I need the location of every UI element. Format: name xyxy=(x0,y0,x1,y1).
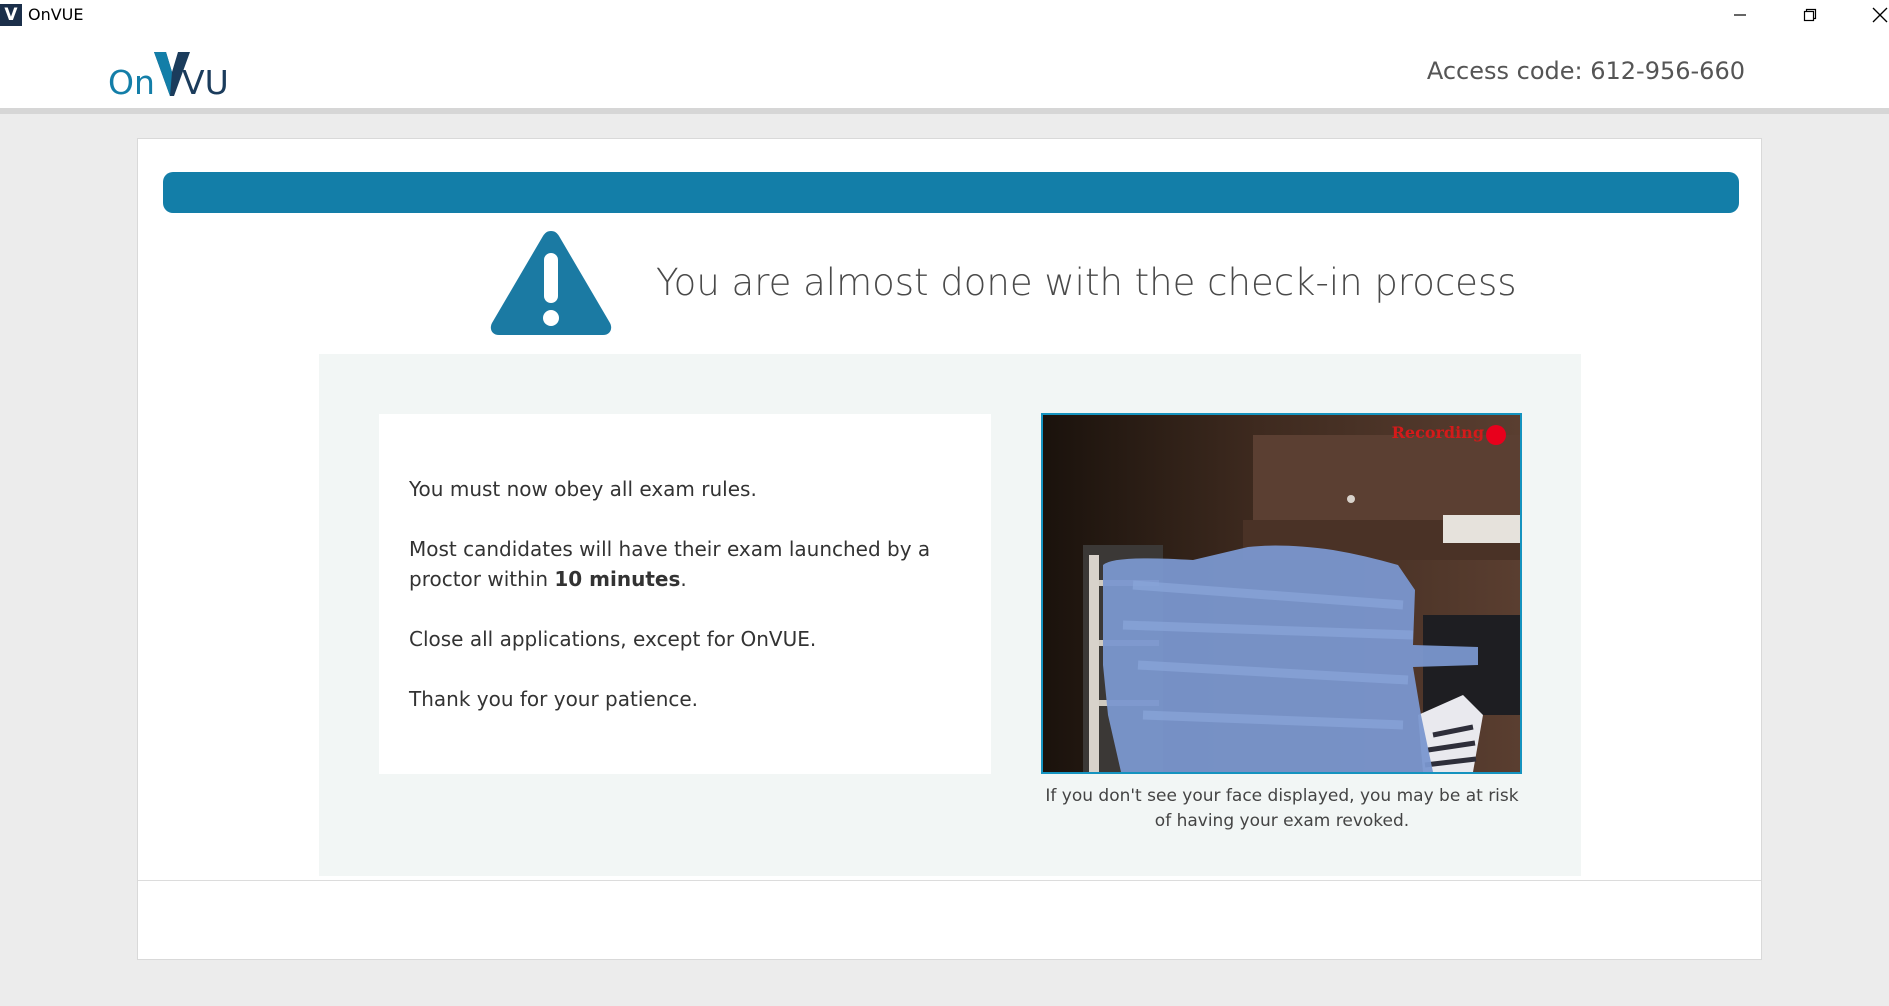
access-code: Access code: 612-956-660 xyxy=(1426,57,1745,85)
window-title: OnVUE xyxy=(28,5,84,24)
warning-triangle-icon xyxy=(490,231,612,335)
recording-label: Recording xyxy=(1391,423,1484,442)
onvue-logo: On VUE xyxy=(108,52,228,100)
onvue-app-icon: V xyxy=(0,4,22,26)
rules-line-obey: You must now obey all exam rules. xyxy=(409,477,757,501)
restore-button[interactable] xyxy=(1775,0,1845,30)
webcam-feed xyxy=(1043,415,1520,772)
page-title: You are almost done with the check-in pr… xyxy=(656,261,1517,304)
rules-line-close-apps: Close all applications, except for OnVUE… xyxy=(409,627,817,651)
logo-text-vue: VUE xyxy=(182,63,228,100)
minimize-icon xyxy=(1734,14,1746,16)
exam-rules-box: You must now obey all exam rules. Most c… xyxy=(379,414,991,774)
checkin-card: You are almost done with the check-in pr… xyxy=(137,138,1762,960)
window-titlebar: V OnVUE xyxy=(0,0,1889,30)
minimize-button[interactable] xyxy=(1705,0,1775,30)
webcam-warning-note: If you don't see your face displayed, yo… xyxy=(1045,786,1519,831)
checkin-progress-bar xyxy=(163,172,1739,213)
logo-text-on: On xyxy=(108,63,155,100)
close-button[interactable] xyxy=(1845,0,1889,30)
content-panel: You must now obey all exam rules. Most c… xyxy=(319,354,1581,876)
close-icon xyxy=(1872,7,1888,23)
app-header: On VUE Access code: 612-956-660 xyxy=(0,30,1889,114)
recording-dot-icon xyxy=(1486,425,1506,445)
webcam-preview: Recording xyxy=(1041,413,1522,774)
rules-line-proctor: Most candidates will have their exam lau… xyxy=(409,537,931,591)
card-divider xyxy=(138,880,1761,881)
restore-icon xyxy=(1803,8,1817,22)
rules-line-thanks: Thank you for your patience. xyxy=(409,687,699,711)
